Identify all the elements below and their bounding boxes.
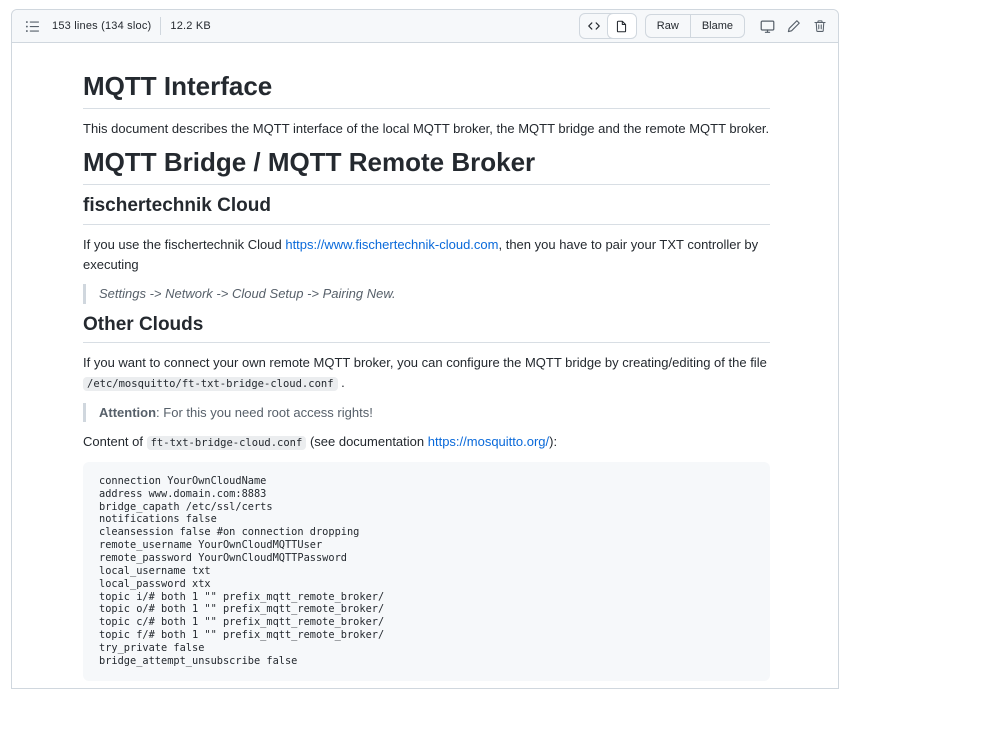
file-view-card: 153 lines (134 sloc) 12.2 KB [11,9,839,689]
header-divider [160,17,161,35]
mosquitto-docs-link[interactable]: https://mosquitto.org/ [428,434,549,449]
config-filename-code: ft-txt-bridge-cloud.conf [147,436,307,450]
file-header: 153 lines (134 sloc) 12.2 KB [12,10,838,43]
table-of-contents-button[interactable] [22,16,43,37]
list-unordered-icon [25,19,40,34]
file-tool-icons [757,16,830,37]
delete-file-button[interactable] [810,16,830,36]
raw-blame-group: Raw Blame [645,14,745,38]
pairing-steps-quote: Settings -> Network -> Cloud Setup -> Pa… [83,284,770,304]
content-of-paragraph: Content of ft-txt-bridge-cloud.conf (see… [83,432,770,452]
other-clouds-paragraph: If you want to connect your own remote M… [83,353,770,392]
paragraph-text: If you want to connect your own remote M… [83,355,767,370]
attention-label: Attention [99,405,156,420]
view-toggle-group [579,13,637,39]
fischertechnik-cloud-heading: fischertechnik Cloud [83,195,770,225]
attention-text: : For this you need root access rights! [156,405,373,420]
raw-button[interactable]: Raw [646,15,690,37]
intro-paragraph: This document describes the MQTT interfa… [83,119,770,139]
file-lines-info: 153 lines (134 sloc) [52,20,151,32]
page-title: MQTT Interface [83,72,770,109]
source-view-button[interactable] [580,14,608,38]
markdown-body: MQTT Interface This document describes t… [12,43,838,751]
fischertechnik-cloud-link[interactable]: https://www.fischertechnik-cloud.com [285,237,498,252]
code-icon [587,19,601,33]
blame-button[interactable]: Blame [690,15,744,37]
paragraph-text: (see documentation [306,434,427,449]
file-icon [615,20,628,33]
file-size: 12.2 KB [170,20,211,32]
file-actions: Raw Blame [579,13,830,39]
other-clouds-heading: Other Clouds [83,314,770,344]
paragraph-text: If you use the fischertechnik Cloud [83,237,285,252]
file-meta: 153 lines (134 sloc) 12.2 KB [22,16,211,37]
fischertechnik-cloud-paragraph: If you use the fischertechnik Cloud http… [83,235,770,274]
device-desktop-icon [760,19,775,34]
bridge-config-code-block: connection YourOwnCloudName address www.… [83,462,770,681]
trash-icon [813,19,827,33]
bridge-heading: MQTT Bridge / MQTT Remote Broker [83,148,770,185]
paragraph-text: ): [549,434,557,449]
edit-file-button[interactable] [784,16,804,36]
pencil-icon [787,19,801,33]
paragraph-text: . [338,375,345,390]
rendered-view-button[interactable] [607,13,637,39]
open-in-desktop-button[interactable] [757,16,778,37]
attention-quote: Attention: For this you need root access… [83,403,770,423]
paragraph-text: Content of [83,434,147,449]
bridge-config-path-code: /etc/mosquitto/ft-txt-bridge-cloud.conf [83,377,338,391]
